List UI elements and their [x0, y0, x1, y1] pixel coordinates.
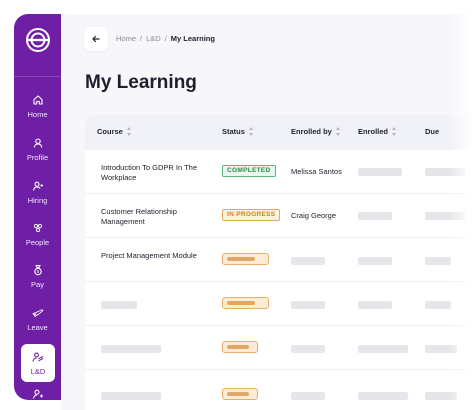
people-icon	[33, 223, 42, 233]
sidebar-item-learning[interactable]: L&D	[21, 344, 55, 382]
status-badge: IN PROGRESS	[222, 209, 281, 221]
status-placeholder	[222, 253, 269, 265]
learning-icon	[32, 352, 44, 362]
hiring-icon	[32, 181, 43, 191]
enrolled-by: Melissa Santos	[291, 167, 342, 176]
sidebar-item-label: L&D	[30, 366, 46, 376]
status-placeholder	[222, 297, 269, 309]
enrolled-by-placeholder	[291, 257, 325, 265]
table-row[interactable]	[85, 370, 474, 410]
column-header-enrolled-by[interactable]: Enrolled by	[291, 127, 341, 136]
sidebar-divider	[14, 76, 61, 77]
course-placeholder	[101, 345, 161, 353]
sidebar-item-leave[interactable]: Leave	[14, 307, 61, 347]
course-placeholder	[101, 392, 161, 400]
breadcrumb-ld[interactable]: L&D	[146, 34, 161, 43]
table-row[interactable]	[85, 326, 474, 370]
home-icon	[32, 95, 43, 105]
due-date-placeholder	[425, 345, 457, 353]
sidebar-item-home[interactable]: Home	[14, 94, 61, 134]
sort-icon	[248, 127, 254, 136]
breadcrumb-current: My Learning	[170, 34, 215, 43]
enrolled-by-placeholder	[291, 345, 325, 353]
breadcrumb: Home / L&D / My Learning	[116, 34, 215, 43]
sidebar-item-label: Home	[27, 110, 48, 119]
status-placeholder	[222, 341, 258, 353]
status-badge: COMPLETED	[222, 165, 276, 177]
arrow-left-icon	[92, 35, 100, 43]
course-name: Customer Relationship Management	[101, 207, 177, 226]
due-date-placeholder	[425, 301, 451, 309]
column-header-course[interactable]: Course	[97, 127, 132, 136]
back-button[interactable]	[84, 27, 108, 51]
sort-icon	[126, 127, 132, 136]
enrolled-date-placeholder	[358, 345, 408, 353]
enrolled-by-placeholder	[291, 301, 325, 309]
profile-icon	[33, 138, 42, 148]
enrolled-date-placeholder	[358, 168, 402, 176]
enrolled-date-placeholder	[358, 392, 408, 400]
leave-icon	[32, 309, 43, 317]
breadcrumb-separator: /	[164, 34, 167, 43]
learning-table: Course Status Enrolled by Enrolled Due I…	[85, 115, 474, 410]
pay-icon	[33, 265, 42, 276]
table-row[interactable]: Introduction To GDPR In The Workplace CO…	[85, 150, 474, 194]
logo-icon[interactable]	[26, 28, 50, 52]
status-placeholder	[222, 388, 258, 400]
due-date-placeholder	[425, 392, 457, 400]
sidebar-item-people[interactable]: People	[14, 222, 61, 262]
due-date-placeholder	[425, 257, 451, 265]
enrolled-by-placeholder	[291, 392, 325, 400]
sidebar-item-label: Profile	[26, 153, 49, 162]
sidebar-item-hiring[interactable]: Hiring	[14, 180, 61, 220]
due-date-placeholder	[425, 212, 465, 220]
breadcrumb-separator: /	[140, 34, 143, 43]
sidebar: Home Profile Hiring People Pay Leave L&D	[14, 14, 61, 400]
table-header: Course Status Enrolled by Enrolled Due	[85, 115, 474, 150]
column-header-status[interactable]: Status	[222, 127, 254, 136]
sidebar-item-more[interactable]	[14, 388, 61, 400]
table-row[interactable]	[85, 282, 474, 326]
sidebar-item-label: People	[25, 238, 50, 247]
sort-icon	[392, 127, 397, 136]
course-name: Introduction To GDPR In The Workplace	[101, 163, 198, 182]
course-name: Project Management Module	[101, 251, 197, 260]
enrolled-by: Craig George	[291, 211, 337, 220]
user-add-icon	[32, 389, 43, 399]
column-header-enrolled[interactable]: Enrolled	[358, 127, 397, 136]
breadcrumb-home[interactable]: Home	[116, 34, 136, 43]
sidebar-item-label: Hiring	[27, 196, 48, 205]
sort-icon	[335, 127, 341, 136]
sidebar-item-label: Leave	[27, 323, 48, 332]
course-placeholder	[101, 301, 137, 309]
sidebar-item-label: Pay	[31, 280, 44, 289]
enrolled-date-placeholder	[358, 257, 392, 265]
sidebar-item-pay[interactable]: Pay	[14, 264, 61, 304]
enrolled-date-placeholder	[358, 301, 392, 309]
due-date-placeholder	[425, 168, 465, 176]
column-header-due[interactable]: Due	[425, 127, 439, 136]
page-title: My Learning	[85, 72, 197, 93]
table-row[interactable]: Project Management Module	[85, 238, 474, 282]
sidebar-item-profile[interactable]: Profile	[14, 137, 61, 177]
main-content: Home / L&D / My Learning My Learning Course …	[61, 14, 474, 410]
enrolled-date-placeholder	[358, 212, 392, 220]
table-row[interactable]: Customer Relationship Management IN PROG…	[85, 194, 474, 238]
